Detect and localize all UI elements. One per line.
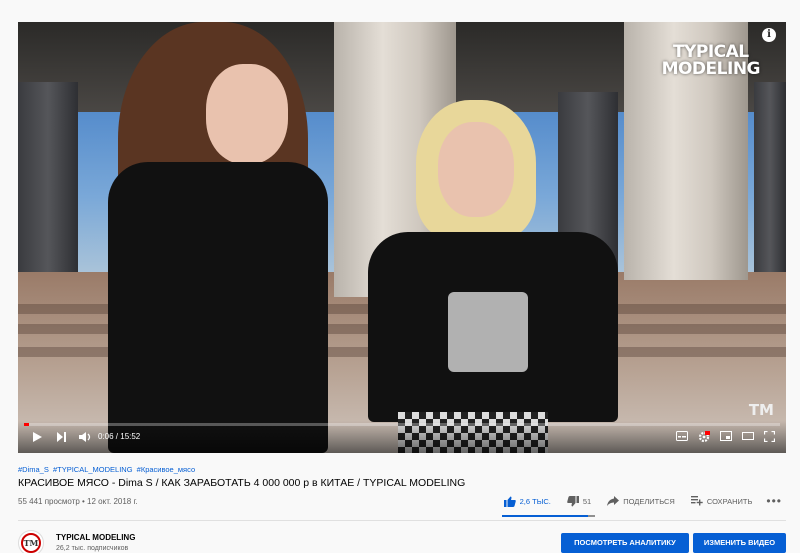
channel-name[interactable]: TYPICAL MODELING xyxy=(56,533,135,542)
thumbs-down-icon xyxy=(567,495,579,506)
dislike-count: 51 xyxy=(582,496,592,506)
subtitles-icon[interactable] xyxy=(676,431,688,441)
player-controls: 0:06 / 15:52 xyxy=(18,421,786,453)
video-meta: 55 441 просмотр • 12 окт. 2018 г. xyxy=(18,497,138,506)
time-display: 0:06 / 15:52 xyxy=(98,432,141,441)
progress-fill xyxy=(24,423,29,426)
like-count: 2,6 ТЫС. xyxy=(519,496,551,506)
channel-watermark: TYPICAL MODELING xyxy=(661,42,761,79)
hashtag-link[interactable]: #TYPICAL_MODELING xyxy=(53,465,133,474)
fullscreen-icon[interactable] xyxy=(764,431,775,442)
play-icon[interactable] xyxy=(32,431,43,443)
hashtags: #Dima_S #TYPICAL_MODELING #Красивое_мясо xyxy=(18,465,197,474)
share-button[interactable]: ПОДЕЛИТЬСЯ xyxy=(607,496,675,506)
hashtag-link[interactable]: #Dima_S xyxy=(18,465,49,474)
dislike-button[interactable]: 51 xyxy=(567,495,592,507)
theater-mode-icon[interactable] xyxy=(742,431,754,441)
info-icon[interactable]: i xyxy=(762,28,776,42)
like-dislike-ratio-bar xyxy=(502,515,595,517)
dislike-ratio-fill xyxy=(587,515,595,517)
progress-bar[interactable] xyxy=(24,423,780,426)
divider xyxy=(18,520,786,521)
youtube-watch-page: i TYPICAL MODELING TM 0:06 / 15:52 #Dima… xyxy=(0,0,800,553)
miniplayer-icon[interactable] xyxy=(720,431,732,441)
corner-logo: TM xyxy=(748,401,774,419)
video-player[interactable]: i TYPICAL MODELING TM 0:06 / 15:52 xyxy=(18,22,786,453)
video-title: КРАСИВОЕ МЯСО - Dima S / КАК ЗАРАБОТАТЬ … xyxy=(18,477,466,489)
add-to-playlist-icon xyxy=(690,496,703,506)
channel-avatar-logo: TM xyxy=(21,533,41,553)
share-label: ПОДЕЛИТЬСЯ xyxy=(623,496,675,506)
hashtag-link[interactable]: #Красивое_мясо xyxy=(137,465,195,474)
settings-icon[interactable] xyxy=(698,431,710,443)
subscriber-count: 26,2 тыс. подписчиков xyxy=(56,545,129,552)
thumbs-up-icon xyxy=(503,496,516,507)
volume-icon[interactable] xyxy=(78,431,92,443)
channel-avatar[interactable]: TM xyxy=(18,530,44,553)
view-analytics-button[interactable]: ПОСМОТРЕТЬ АНАЛИТИКУ xyxy=(561,533,689,553)
share-icon xyxy=(607,496,620,506)
like-button[interactable]: 2,6 ТЫС. xyxy=(503,496,551,507)
more-actions-icon[interactable]: ••• xyxy=(766,494,782,508)
video-frame xyxy=(18,22,786,453)
save-button[interactable]: СОХРАНИТЬ xyxy=(690,496,753,506)
video-actions: 2,6 ТЫС. 51 ПОДЕЛИТЬСЯ СОХРАНИТЬ ••• xyxy=(488,494,782,508)
next-icon[interactable] xyxy=(56,431,67,443)
save-label: СОХРАНИТЬ xyxy=(706,496,753,506)
edit-video-button[interactable]: ИЗМЕНИТЬ ВИДЕО xyxy=(693,533,786,553)
